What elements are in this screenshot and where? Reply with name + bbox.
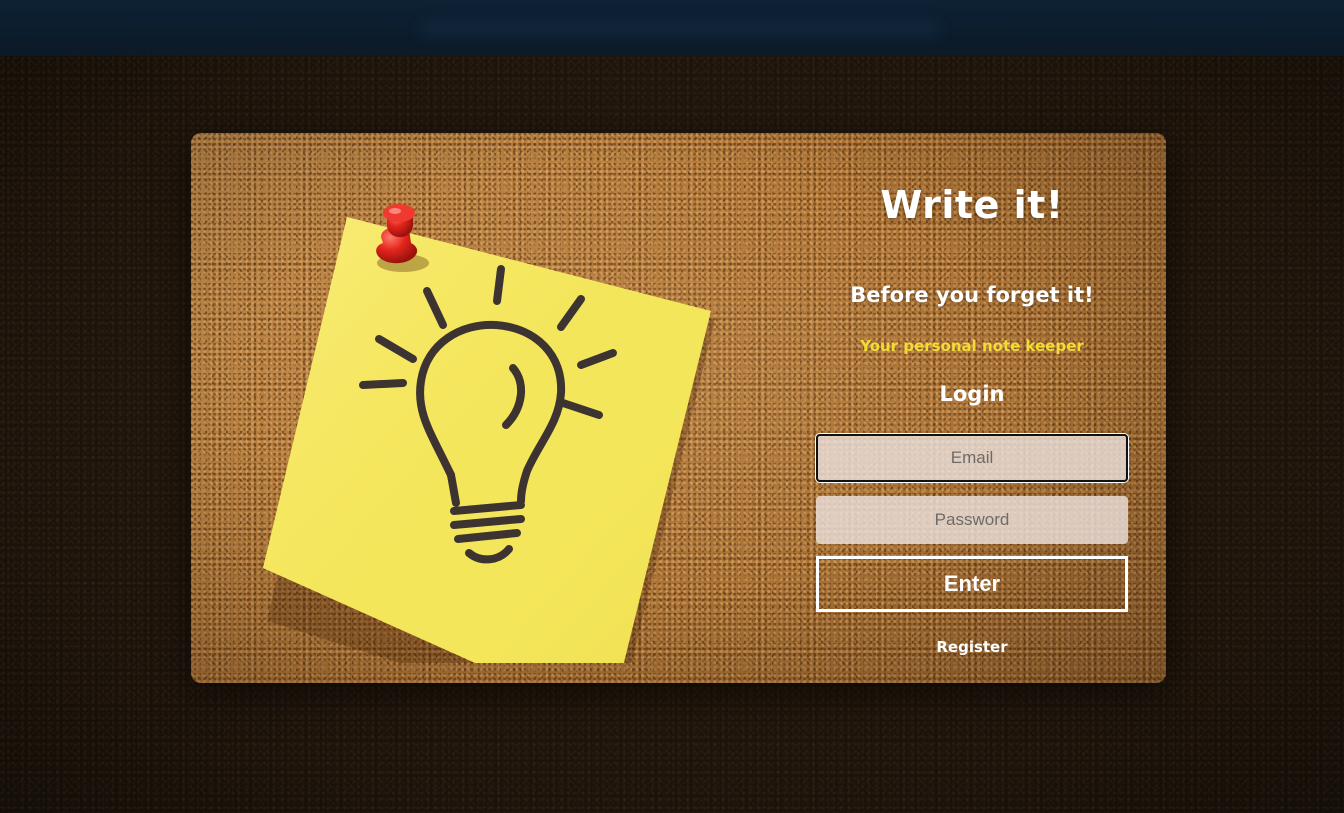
login-heading: Login <box>939 382 1005 406</box>
enter-button[interactable]: Enter <box>816 556 1128 612</box>
login-form-panel: Write it! Before you forget it! Your per… <box>816 133 1128 683</box>
tagline: Before you forget it! <box>850 283 1094 307</box>
topbar-highlight <box>420 20 940 38</box>
register-link[interactable]: Register <box>816 638 1128 656</box>
email-input[interactable] <box>816 434 1128 482</box>
subtitle: Your personal note keeper <box>860 337 1084 355</box>
top-navigation-bar <box>0 0 1344 56</box>
login-card: Write it! Before you forget it! Your per… <box>191 133 1166 683</box>
app-title: Write it! <box>880 183 1064 227</box>
password-input[interactable] <box>816 496 1128 544</box>
sticky-note-illustration <box>263 204 715 663</box>
sticky-note-icon <box>263 217 715 663</box>
